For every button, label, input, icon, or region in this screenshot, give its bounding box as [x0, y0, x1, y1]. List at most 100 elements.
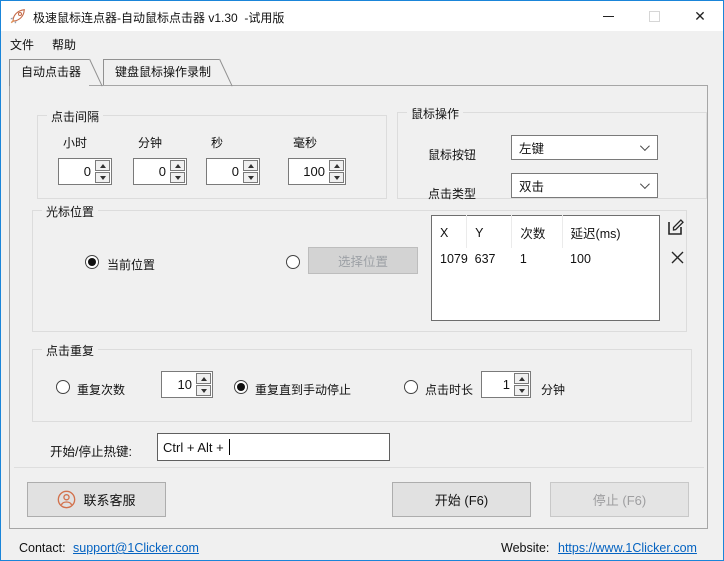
edit-position-button[interactable] [666, 217, 686, 240]
window-title: 极速鼠标连点器-自动鼠标点击器 v1.30 -试用版 [33, 11, 285, 25]
group-click-interval: 点击间隔 小时 分钟 秒 毫秒 0 0 0 100 [37, 108, 387, 199]
repeat-down-button[interactable] [196, 385, 211, 396]
duration-down-button[interactable] [514, 385, 529, 396]
tab-strip: 自动点击器 键盘鼠标操作录制 [9, 59, 220, 87]
seconds-label: 秒 [211, 136, 224, 150]
footer: Contact: support@1Clicker.com Website: h… [1, 529, 723, 560]
group-title: 鼠标操作 [407, 105, 464, 122]
tab-record[interactable]: 键盘鼠标操作录制 [103, 59, 220, 85]
duration-spinner[interactable]: 1 [481, 371, 531, 398]
minimize-icon [602, 15, 614, 17]
pick-position-radio[interactable] [286, 255, 300, 269]
contact-support-label: 联系客服 [83, 493, 136, 508]
repeat-until-stop-radio[interactable] [234, 380, 248, 394]
duration-up-button[interactable] [514, 373, 529, 384]
current-position-label: 当前位置 [107, 258, 156, 272]
minutes-spinner[interactable]: 0 [133, 158, 187, 185]
seconds-spinner[interactable]: 0 [206, 158, 260, 185]
stop-label: 停止 (F6) [592, 493, 647, 508]
hotkey-input[interactable]: Ctrl + Alt + [157, 433, 390, 461]
click-duration-radio[interactable] [404, 380, 418, 394]
table-row[interactable]: 1079 637 1 100 [432, 248, 660, 321]
seconds-down-button[interactable] [243, 172, 258, 183]
maximize-icon [648, 10, 660, 22]
start-label: 开始 (F6) [434, 493, 489, 508]
contact-support-button[interactable]: 联系客服 [27, 482, 166, 517]
start-button[interactable]: 开始 (F6) [392, 482, 531, 517]
titlebar: 极速鼠标连点器-自动鼠标点击器 v1.30 -试用版 ✕ [1, 1, 723, 31]
hours-down-button[interactable] [95, 172, 110, 183]
arrow-down-icon [518, 388, 525, 393]
repeat-times-label: 重复次数 [77, 383, 126, 397]
group-click-repeat: 点击重复 重复次数 10 重复直到手动停止 点击时长 1 分钟 [32, 342, 692, 422]
arrow-up-icon [200, 376, 207, 381]
arrow-down-icon [99, 175, 106, 180]
contact-label: Contact: [19, 541, 66, 555]
delete-position-button[interactable] [669, 249, 686, 271]
col-y: Y [466, 215, 513, 248]
millis-up-button[interactable] [329, 160, 344, 171]
current-position-radio[interactable] [85, 255, 99, 269]
mouse-button-label: 鼠标按钮 [428, 148, 477, 162]
duration-value: 1 [502, 377, 510, 392]
arrow-up-icon [518, 376, 525, 381]
app-icon [10, 9, 25, 24]
millis-spinner[interactable]: 100 [288, 158, 346, 185]
separator [14, 467, 704, 468]
menu-file[interactable]: 文件 [1, 33, 43, 56]
arrow-up-icon [333, 163, 340, 168]
tab-label: 键盘鼠标操作录制 [115, 65, 212, 79]
arrow-down-icon [247, 175, 254, 180]
hours-up-button[interactable] [95, 160, 110, 171]
chevron-down-icon [639, 179, 650, 190]
millis-down-button[interactable] [329, 172, 344, 183]
seconds-up-button[interactable] [243, 160, 258, 171]
menu-help[interactable]: 帮助 [43, 33, 85, 56]
cell-delay: 100 [570, 252, 591, 266]
pick-position-label: 选择位置 [337, 255, 388, 269]
cell-x: 1079 [440, 252, 468, 266]
hours-spinner[interactable]: 0 [58, 158, 112, 185]
hours-label: 小时 [63, 136, 88, 150]
delete-icon [671, 251, 684, 264]
millis-label: 毫秒 [293, 136, 318, 150]
repeat-times-spinner[interactable]: 10 [161, 371, 213, 398]
minutes-down-button[interactable] [170, 172, 185, 183]
repeat-times-radio[interactable] [56, 380, 70, 394]
seconds-value: 0 [231, 164, 239, 179]
website-link[interactable]: https://www.1Clicker.com [558, 541, 697, 555]
group-title: 点击间隔 [47, 108, 104, 125]
group-title: 光标位置 [42, 203, 99, 220]
edit-icon [668, 219, 684, 235]
menubar: 文件 帮助 [1, 31, 723, 57]
mouse-button-select[interactable]: 左键 [511, 135, 658, 160]
contact-email-link[interactable]: support@1Clicker.com [73, 541, 199, 555]
arrow-down-icon [174, 175, 181, 180]
tab-panel: 点击间隔 小时 分钟 秒 毫秒 0 0 0 100 鼠标操作 鼠标按钮 左键 点… [9, 85, 708, 529]
close-button[interactable]: ✕ [677, 1, 723, 31]
col-delay: 延迟(ms) [570, 227, 621, 241]
repeat-up-button[interactable] [196, 373, 211, 384]
person-icon [58, 490, 76, 509]
hours-value: 0 [83, 164, 91, 179]
minimize-button[interactable] [585, 1, 631, 31]
close-icon: ✕ [694, 8, 706, 24]
maximize-button [631, 1, 677, 31]
arrow-up-icon [99, 163, 106, 168]
hotkey-value: Ctrl + Alt + [163, 439, 228, 455]
click-type-value: 双击 [519, 180, 545, 194]
group-cursor-position: 光标位置 当前位置 选择位置 X Y 次数 延迟(ms) 1079 637 1 … [32, 203, 687, 332]
chevron-down-icon [639, 141, 650, 152]
minutes-up-button[interactable] [170, 160, 185, 171]
pick-position-button: 选择位置 [308, 247, 418, 274]
hotkey-label: 开始/停止热键: [50, 445, 132, 459]
table-header-row: X Y 次数 延迟(ms) [431, 215, 660, 248]
click-duration-label: 点击时长 [425, 383, 474, 397]
duration-unit-label: 分钟 [541, 383, 566, 397]
tab-auto-clicker[interactable]: 自动点击器 [9, 59, 90, 86]
arrow-up-icon [174, 163, 181, 168]
click-type-label: 点击类型 [428, 187, 477, 201]
click-type-select[interactable]: 双击 [511, 173, 658, 198]
position-table[interactable]: X Y 次数 延迟(ms) 1079 637 1 100 [431, 215, 660, 321]
arrow-down-icon [333, 175, 340, 180]
